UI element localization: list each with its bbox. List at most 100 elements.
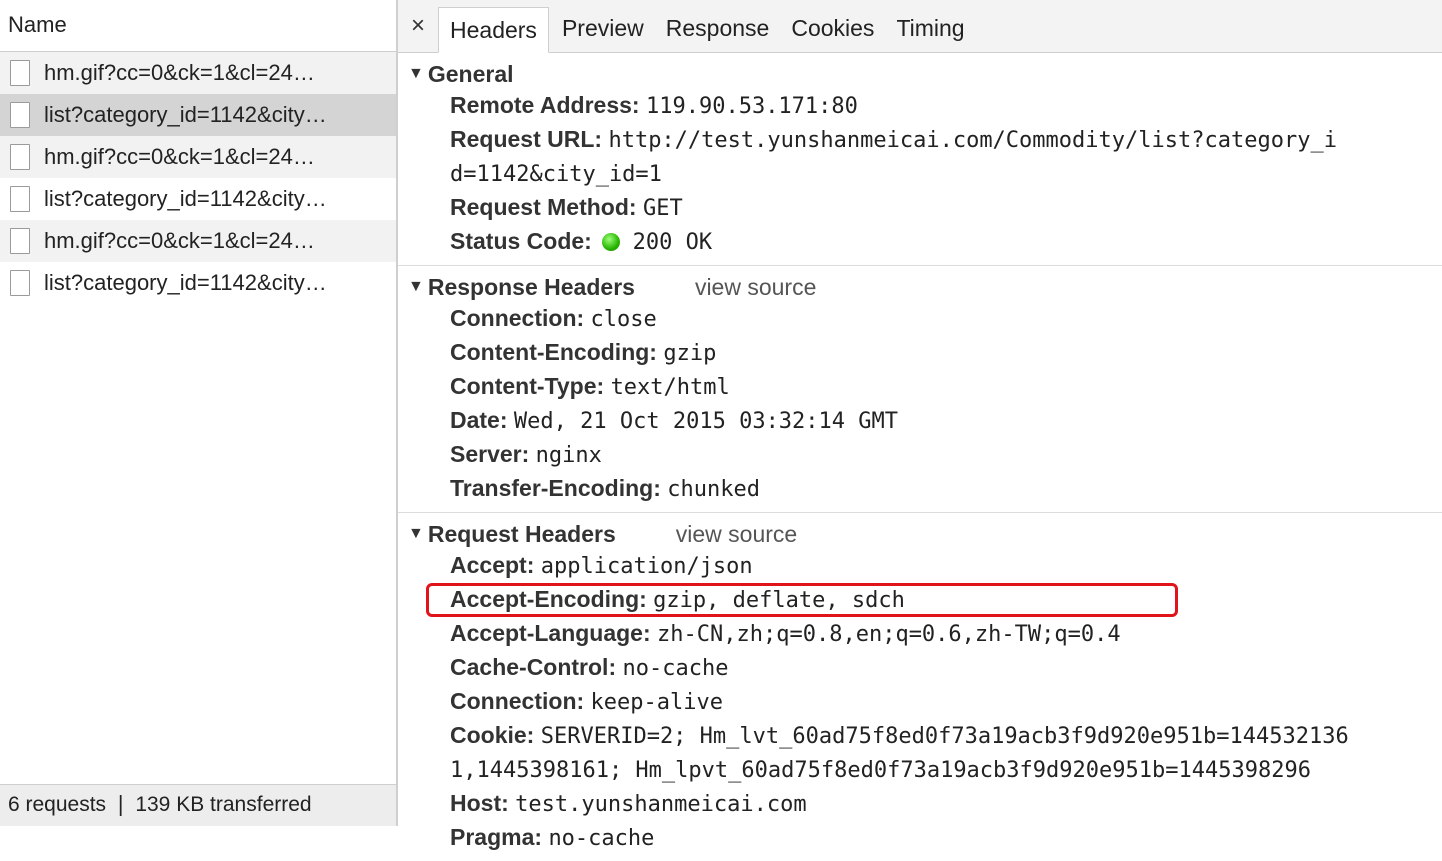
request-name: hm.gif?cc=0&ck=1&cl=24… (44, 144, 315, 169)
view-source-link[interactable]: view source (695, 274, 816, 301)
header-value: SERVERID=2; Hm_lvt_60ad75f8ed0f73a19acb3… (450, 724, 1349, 783)
request-row[interactable]: list?category_id=1142&city… (0, 178, 396, 220)
section-title: General (427, 60, 514, 87)
header-key: Date: (450, 407, 508, 433)
header-row: Host: test.yunshanmeicai.com (398, 787, 1442, 821)
header-row: Cookie: SERVERID=2; Hm_lvt_60ad75f8ed0f7… (398, 719, 1442, 787)
header-key: Accept-Language: (450, 620, 651, 646)
header-value: test.yunshanmeicai.com (515, 792, 807, 817)
request-row[interactable]: list?category_id=1142&city… (0, 94, 396, 136)
header-key: Request Method: (450, 194, 637, 220)
header-value: chunked (667, 477, 760, 502)
request-list: hm.gif?cc=0&ck=1&cl=24… list?category_id… (0, 52, 396, 304)
header-value: Wed, 21 Oct 2015 03:32:14 GMT (513, 409, 899, 434)
header-row: Date: Wed, 21 Oct 2015 03:32:14 GMT (398, 404, 1442, 438)
header-row: Server: nginx (398, 438, 1442, 472)
document-icon (10, 186, 30, 212)
request-row[interactable]: hm.gif?cc=0&ck=1&cl=24… (0, 220, 396, 262)
status-ok-icon (602, 233, 621, 251)
section-title: Request Headers (427, 520, 616, 547)
header-value: GET (642, 196, 683, 221)
header-value: 119.90.53.171:80 (645, 94, 858, 119)
header-value: no-cache (548, 826, 655, 851)
header-row: Accept: application/json (398, 549, 1442, 583)
header-value: text/html (610, 375, 730, 400)
header-row: Request Method: GET (398, 191, 1442, 225)
header-value: nginx (535, 443, 602, 468)
status-code-value: 200 OK (632, 230, 713, 255)
view-source-link[interactable]: view source (676, 521, 797, 548)
devtools-network-panel: Name hm.gif?cc=0&ck=1&cl=24… list?catego… (0, 0, 1442, 851)
header-key: Host: (450, 790, 509, 816)
header-value: gzip, deflate, sdch (653, 588, 905, 613)
header-key: Pragma: (450, 824, 543, 850)
header-value: gzip (663, 341, 717, 366)
detail-tabbar: × Headers Preview Response Cookies Timin… (398, 0, 1442, 53)
request-name: list?category_id=1142&city… (44, 102, 327, 127)
header-value: close (590, 307, 657, 332)
header-key: Connection: (450, 305, 585, 331)
header-key: Content-Type: (450, 373, 605, 399)
request-name: hm.gif?cc=0&ck=1&cl=24… (44, 60, 315, 85)
triangle-down-icon: ▼ (408, 278, 424, 295)
section-title: Response Headers (427, 273, 635, 300)
header-key: Accept-Encoding: (450, 586, 647, 612)
summary-status-bar: 6 requests ❘ 139 KB transferred (0, 784, 396, 826)
request-row[interactable]: hm.gif?cc=0&ck=1&cl=24… (0, 136, 396, 178)
general-section: ▼ General Remote Address: 119.90.53.171:… (398, 53, 1442, 266)
document-icon (10, 228, 30, 254)
header-row: Status Code: 200 OK (398, 225, 1442, 259)
header-key: Connection: (450, 688, 585, 714)
response-headers-toggle[interactable]: ▼ Response Headers view source (398, 272, 1442, 302)
document-icon (10, 102, 30, 128)
header-key: Status Code: (450, 228, 592, 254)
header-key: Remote Address: (450, 92, 640, 118)
header-row: Content-Encoding: gzip (398, 336, 1442, 370)
request-name: hm.gif?cc=0&ck=1&cl=24… (44, 228, 315, 253)
header-row: Remote Address: 119.90.53.171:80 (398, 89, 1442, 123)
header-row: Connection: keep-alive (398, 685, 1442, 719)
header-row: Connection: close (398, 302, 1442, 336)
request-detail-pane: × Headers Preview Response Cookies Timin… (398, 0, 1442, 851)
general-section-toggle[interactable]: ▼ General (398, 59, 1442, 89)
request-name: list?category_id=1142&city… (44, 186, 327, 211)
tab-preview[interactable]: Preview (551, 0, 655, 52)
header-row: Accept-Language: zh-CN,zh;q=0.8,en;q=0.6… (398, 617, 1442, 651)
request-headers-toggle[interactable]: ▼ Request Headers view source (398, 519, 1442, 549)
header-row: Content-Type: text/html (398, 370, 1442, 404)
document-icon (10, 270, 30, 296)
header-key: Cache-Control: (450, 654, 617, 680)
header-key: Server: (450, 441, 530, 467)
document-icon (10, 144, 30, 170)
header-key: Content-Encoding: (450, 339, 657, 365)
triangle-down-icon: ▼ (408, 525, 424, 542)
document-icon (10, 60, 30, 86)
tab-timing[interactable]: Timing (885, 0, 975, 52)
request-row[interactable]: list?category_id=1142&city… (0, 262, 396, 304)
request-name: list?category_id=1142&city… (44, 270, 327, 295)
header-key: Transfer-Encoding: (450, 475, 661, 501)
request-headers-section: ▼ Request Headers view source Accept: ap… (398, 513, 1442, 861)
headers-content: ▼ General Remote Address: 119.90.53.171:… (398, 53, 1442, 861)
header-key: Cookie: (450, 722, 535, 748)
header-row: Cache-Control: no-cache (398, 651, 1442, 685)
header-value: zh-CN,zh;q=0.8,en;q=0.6,zh-TW;q=0.4 (657, 622, 1121, 647)
close-icon[interactable]: × (398, 0, 438, 52)
name-column-header[interactable]: Name (0, 0, 396, 52)
header-row: Transfer-Encoding: chunked (398, 472, 1442, 506)
triangle-down-icon: ▼ (408, 65, 424, 82)
tab-headers[interactable]: Headers (438, 7, 549, 53)
header-value: keep-alive (590, 690, 723, 715)
response-headers-section: ▼ Response Headers view source Connectio… (398, 266, 1442, 513)
header-value: application/json (540, 554, 753, 579)
request-list-pane: Name hm.gif?cc=0&ck=1&cl=24… list?catego… (0, 0, 398, 826)
header-row: Pragma: no-cache (398, 821, 1442, 855)
header-row: Request URL: http://test.yunshanmeicai.c… (398, 123, 1442, 191)
tab-cookies[interactable]: Cookies (780, 0, 885, 52)
header-row-highlighted: Accept-Encoding: gzip, deflate, sdch (398, 583, 1442, 617)
header-key: Request URL: (450, 126, 603, 152)
tab-response[interactable]: Response (655, 0, 781, 52)
header-key: Accept: (450, 552, 535, 578)
header-value: no-cache (622, 656, 729, 681)
request-row[interactable]: hm.gif?cc=0&ck=1&cl=24… (0, 52, 396, 94)
